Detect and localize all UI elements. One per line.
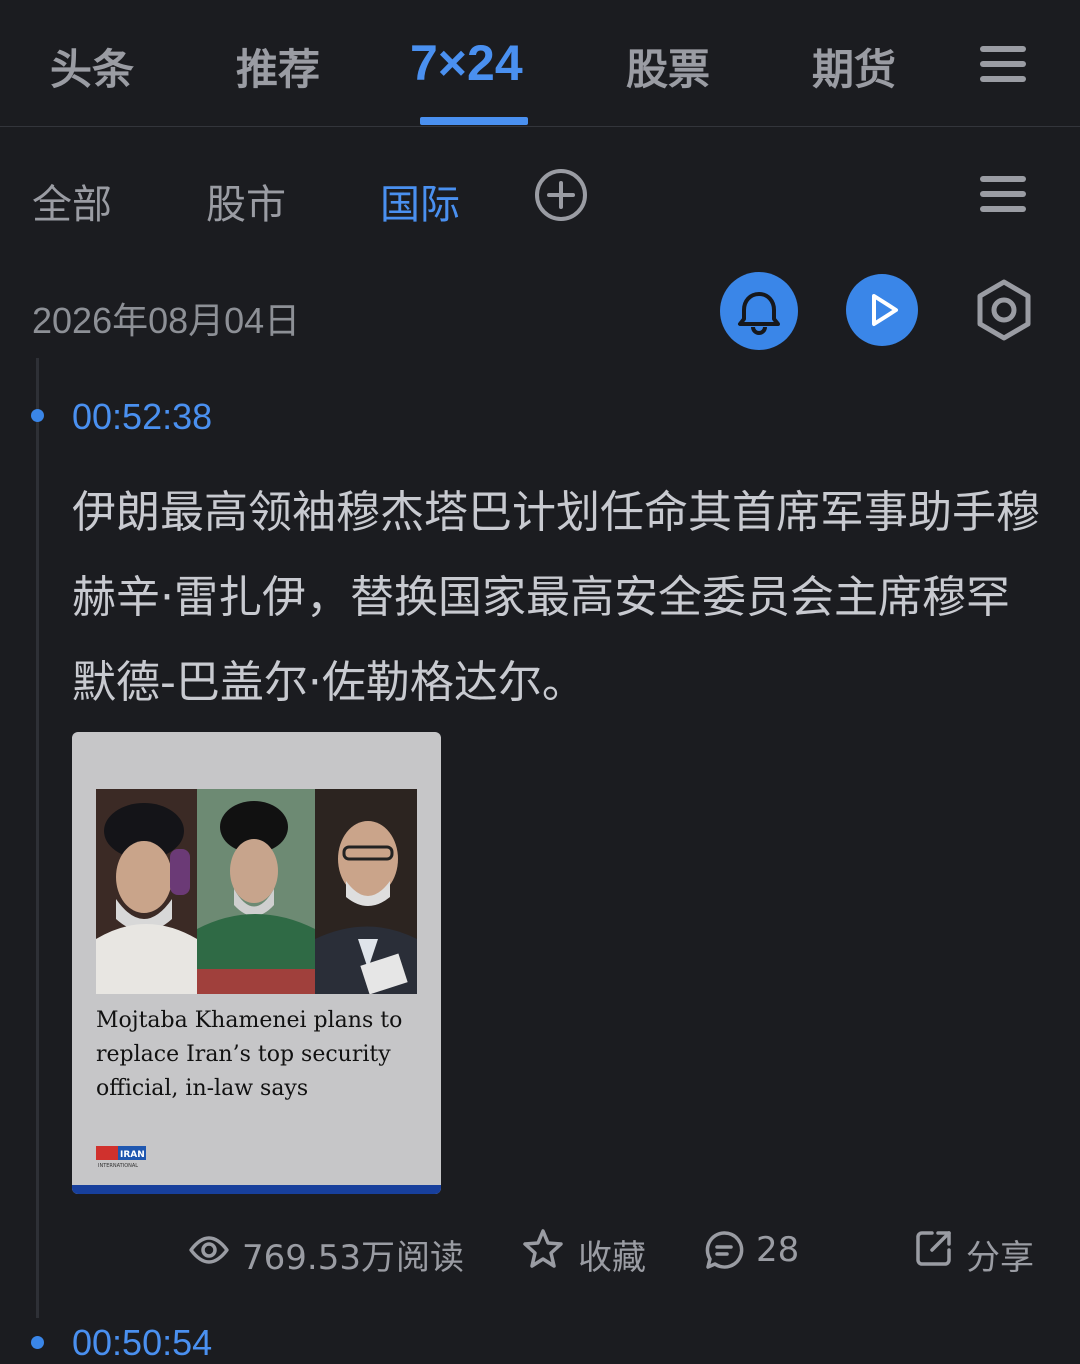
iran-international-logo: IRAN INTERNATIONAL — [96, 1146, 148, 1172]
play-button[interactable] — [846, 274, 918, 346]
comments-count: 28 — [756, 1230, 800, 1270]
top-nav: 头条 推荐 7×24 股票 期货 — [0, 0, 1080, 127]
timeline-dot — [31, 1336, 44, 1349]
notification-button[interactable] — [720, 272, 798, 350]
top-menu-icon[interactable] — [980, 46, 1026, 82]
favorite-label: 收藏 — [578, 1238, 646, 1278]
add-channel-icon[interactable] — [534, 168, 588, 222]
eye-icon — [189, 1236, 229, 1264]
views-stat: 769.53万 阅读 — [188, 1226, 488, 1278]
news-time: 00:52:38 — [72, 396, 213, 437]
news-image-card[interactable]: Mojtaba Khamenei plans to replace Iran’s… — [72, 732, 441, 1194]
timeline-line — [36, 358, 39, 1318]
subtab-stock-market[interactable]: 股市 — [206, 172, 286, 230]
comments-button[interactable]: 28 — [704, 1226, 824, 1274]
comment-icon — [705, 1231, 744, 1269]
channel-menu-icon[interactable] — [980, 176, 1026, 212]
favorite-button[interactable]: 收藏 — [522, 1226, 662, 1278]
svg-text:IRAN: IRAN — [120, 1150, 145, 1160]
svg-text:INTERNATIONAL: INTERNATIONAL — [98, 1163, 138, 1168]
play-icon — [872, 294, 898, 326]
star-icon — [523, 1229, 563, 1268]
tab-recommend[interactable]: 推荐 — [236, 36, 320, 97]
date-label: 2026年08月04日 — [32, 300, 301, 341]
settings-icon[interactable] — [972, 278, 1036, 342]
timeline-dot — [31, 409, 44, 422]
card-title: Mojtaba Khamenei plans to replace Iran’s… — [96, 1008, 403, 1101]
tab-futures[interactable]: 期货 — [812, 36, 896, 97]
share-icon — [916, 1231, 951, 1266]
news-headline[interactable]: 伊朗最高领袖穆杰塔巴计划任命其首席军事助手穆赫辛·雷扎伊，替换国家最高安全委员会… — [72, 470, 1042, 725]
card-accent-bar — [72, 1185, 441, 1194]
views-count: 769.53万 — [242, 1238, 395, 1278]
news-time: 00:50:54 — [72, 1322, 213, 1363]
share-label: 分享 — [966, 1238, 1034, 1278]
news-photo — [96, 789, 417, 994]
bell-icon — [738, 292, 780, 335]
share-button[interactable]: 分享 — [914, 1226, 1044, 1278]
tab-headlines[interactable]: 头条 — [50, 36, 134, 97]
subtab-international[interactable]: 国际 — [380, 172, 460, 230]
active-tab-indicator — [420, 117, 528, 125]
tab-stocks[interactable]: 股票 — [626, 36, 710, 97]
views-label: 阅读 — [396, 1238, 464, 1278]
subtab-all[interactable]: 全部 — [32, 172, 112, 230]
tab-7x24[interactable]: 7×24 — [410, 34, 523, 92]
